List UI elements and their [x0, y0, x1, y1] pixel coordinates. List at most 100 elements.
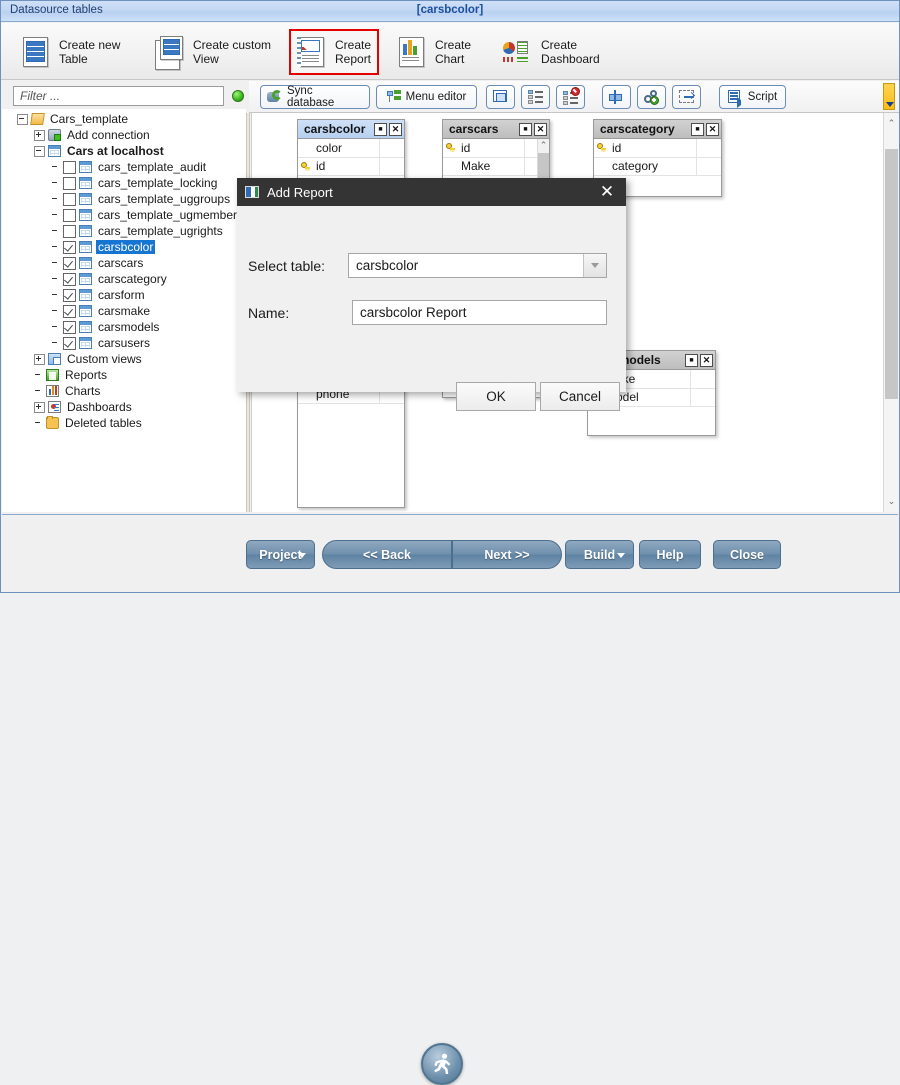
create-custom-view-button[interactable]: Create custom View: [149, 29, 287, 75]
report-name-input[interactable]: carsbcolor Report: [352, 300, 607, 325]
close-icon[interactable]: ✕: [706, 123, 719, 136]
tree-item-carsmodels[interactable]: carsmodels: [11, 319, 245, 335]
build-button[interactable]: Build: [565, 540, 634, 569]
align-icon-button[interactable]: [602, 85, 631, 109]
create-custom-view-label: Create custom View: [193, 38, 271, 66]
scroll-up-icon[interactable]: ⌃: [884, 115, 899, 132]
table-field-row[interactable]: id: [594, 139, 721, 158]
tree-checkbox[interactable]: [63, 337, 76, 350]
tree-checkbox[interactable]: [63, 289, 76, 302]
table-node-header[interactable]: carsbcolor■✕: [298, 120, 404, 139]
minimize-icon[interactable]: ■: [374, 123, 387, 136]
tree-item-dashboards[interactable]: Dashboards: [11, 399, 245, 415]
tree-item-add-connection[interactable]: Add connection: [11, 127, 245, 143]
datasource-tree[interactable]: Cars_templateAdd connectionCars at local…: [11, 111, 245, 509]
tree-item-cars-template-uggroups[interactable]: cars_template_uggroups: [11, 191, 245, 207]
tree-item-carscars[interactable]: carscars: [11, 255, 245, 271]
tree-item-deleted-tables[interactable]: Deleted tables: [11, 415, 245, 431]
create-new-table-button[interactable]: Create new Table: [15, 29, 143, 75]
back-button[interactable]: << Back: [322, 540, 452, 569]
tree-item-custom-views[interactable]: Custom views: [11, 351, 245, 367]
table-field-row[interactable]: Make: [443, 158, 549, 177]
tree-item-cars-at-localhost[interactable]: Cars at localhost: [11, 143, 245, 159]
close-button[interactable]: Close: [713, 540, 781, 569]
chevron-down-icon[interactable]: [583, 254, 606, 277]
table-field-row[interactable]: color: [298, 139, 404, 158]
tree-item-charts[interactable]: Charts: [11, 383, 245, 399]
scroll-thumb[interactable]: [538, 153, 549, 179]
view-icon: [155, 36, 185, 68]
tree-indent: [11, 175, 51, 191]
close-icon[interactable]: ✕: [534, 123, 547, 136]
tree-item-cars-template-locking[interactable]: cars_template_locking: [11, 175, 245, 191]
project-button[interactable]: Project: [246, 540, 315, 569]
expand-icon[interactable]: [34, 402, 45, 413]
tree-item-carscategory[interactable]: carscategory: [11, 271, 245, 287]
tree-item-label: Dashboards: [65, 400, 134, 414]
tree-item-cars-template-audit[interactable]: cars_template_audit: [11, 159, 245, 175]
tree-checkbox[interactable]: [63, 257, 76, 270]
tree-item-carsbcolor[interactable]: carsbcolor: [11, 239, 245, 255]
scroll-thumb[interactable]: [885, 149, 898, 399]
minimize-icon[interactable]: ■: [519, 123, 532, 136]
table-field-row[interactable]: id: [298, 158, 404, 177]
tree-item-cars-template-ugmembers[interactable]: cars_template_ugmembers: [11, 207, 245, 223]
tree-checkbox[interactable]: [63, 193, 76, 206]
next-button[interactable]: Next >>: [452, 540, 562, 569]
tree-checkbox[interactable]: [63, 161, 76, 174]
select-table-dropdown[interactable]: carsbcolor: [348, 253, 607, 278]
cancel-button[interactable]: Cancel: [540, 382, 620, 411]
table-field-row[interactable]: category: [594, 158, 721, 177]
help-button[interactable]: Help: [639, 540, 701, 569]
layout-icon-button[interactable]: [486, 85, 515, 109]
minimize-icon[interactable]: ■: [691, 123, 704, 136]
next-label: Next >>: [484, 548, 529, 562]
tree-item-carsform[interactable]: carsform: [11, 287, 245, 303]
collapse-icon[interactable]: [17, 114, 28, 125]
tree-item-label: Reports: [63, 368, 109, 382]
tree-item-cars-template[interactable]: Cars_template: [11, 111, 245, 127]
tree-item-label: cars_template_ugmembers: [96, 208, 245, 222]
table-icon: [79, 161, 92, 173]
tree-checkbox[interactable]: [63, 273, 76, 286]
scroll-up-icon[interactable]: ⌃: [538, 139, 549, 152]
minimize-icon[interactable]: ■: [685, 354, 698, 367]
create-chart-button[interactable]: Create Chart: [391, 29, 483, 75]
create-dashboard-button[interactable]: Create Dashboard: [493, 29, 613, 75]
close-icon[interactable]: ✕: [700, 354, 713, 367]
close-icon[interactable]: ✕: [596, 181, 618, 203]
toolbar-overflow-scroll[interactable]: [883, 83, 895, 110]
tree-checkbox[interactable]: [63, 177, 76, 190]
tree-item-reports[interactable]: Reports: [11, 367, 245, 383]
table-field-row[interactable]: id: [443, 139, 549, 158]
expand-icon[interactable]: [34, 354, 45, 365]
close-icon[interactable]: ✕: [389, 123, 402, 136]
tree-checkbox[interactable]: [63, 305, 76, 318]
create-report-button[interactable]: Create Report: [289, 29, 379, 75]
collapse-icon[interactable]: [34, 146, 45, 157]
tree-checkbox[interactable]: [63, 321, 76, 334]
canvas-vertical-scrollbar[interactable]: ⌃ ⌄: [883, 113, 899, 512]
tree-checkbox[interactable]: [63, 209, 76, 222]
ok-button[interactable]: OK: [456, 382, 536, 411]
tree-item-carsmake[interactable]: carsmake: [11, 303, 245, 319]
list-delete-icon-button[interactable]: [556, 85, 585, 109]
select-area-icon-button[interactable]: [672, 85, 701, 109]
table-node-header[interactable]: carscars■✕: [443, 120, 549, 139]
filter-input[interactable]: Filter ...: [13, 86, 224, 106]
relations-add-icon-button[interactable]: [637, 85, 666, 109]
tree-item-carsusers[interactable]: carsusers: [11, 335, 245, 351]
run-icon[interactable]: [421, 1043, 463, 1085]
tree-item-label: Cars at localhost: [65, 144, 166, 158]
list-icon-button[interactable]: [521, 85, 550, 109]
table-node-header[interactable]: carscategory■✕: [594, 120, 721, 139]
tree-checkbox[interactable]: [63, 225, 76, 238]
scroll-down-icon[interactable]: ⌄: [884, 493, 899, 510]
sync-database-button[interactable]: Sync database: [260, 85, 370, 109]
script-button[interactable]: Script: [719, 85, 786, 109]
expand-icon[interactable]: [34, 130, 45, 141]
folder-open-icon: [30, 113, 45, 125]
tree-item-cars-template-ugrights[interactable]: cars_template_ugrights: [11, 223, 245, 239]
tree-checkbox[interactable]: [63, 241, 76, 254]
menu-editor-button[interactable]: Menu editor: [376, 85, 477, 109]
